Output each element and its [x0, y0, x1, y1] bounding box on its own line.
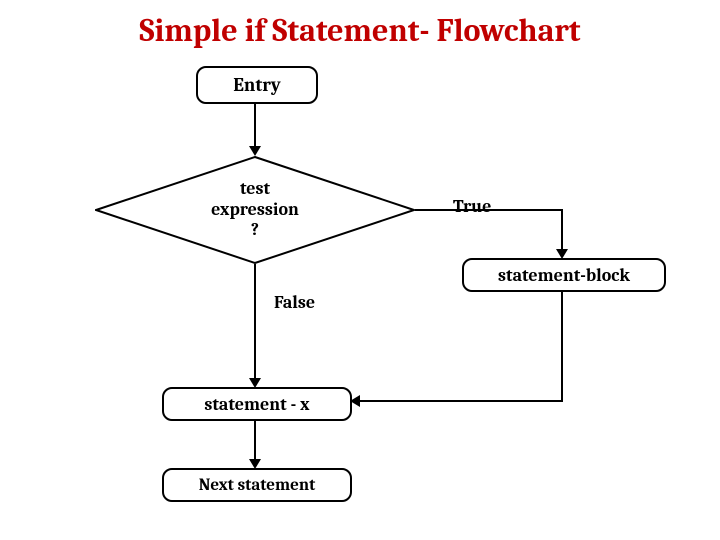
- edge-entry-to-decision: [254, 102, 256, 146]
- edge-merge-horiz: [360, 400, 563, 402]
- page-title: Simple if Statement- Flowchart: [0, 12, 720, 49]
- node-entry: Entry: [196, 66, 318, 104]
- edge-entry-to-decision-head: [249, 146, 261, 156]
- label-true: True: [453, 196, 491, 217]
- edge-true-vert: [561, 209, 563, 249]
- edge-to-next: [254, 419, 256, 459]
- node-next-statement: Next statement: [162, 468, 352, 502]
- label-false: False: [274, 292, 315, 313]
- edge-merge-head: [350, 395, 360, 407]
- node-statement-block: statement-block: [462, 258, 666, 292]
- edge-false-vert: [254, 264, 256, 378]
- node-decision: test expression ?: [95, 156, 415, 264]
- edge-merge-vert: [561, 290, 563, 402]
- edge-true-horiz: [415, 209, 563, 211]
- node-statement-x: statement - x: [162, 387, 352, 421]
